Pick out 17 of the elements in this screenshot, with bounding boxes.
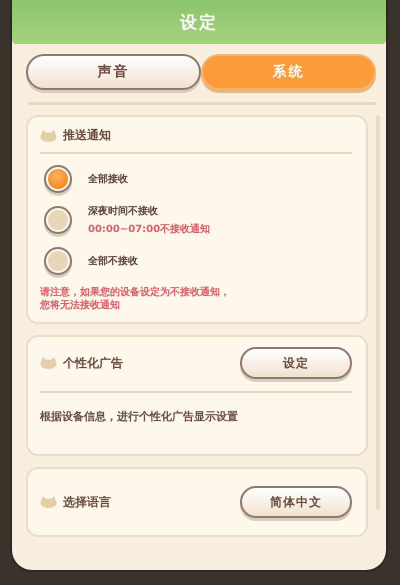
option-label: 深夜时间不接收 [88,204,159,218]
section-title: 选择语言 [63,494,111,510]
language-button[interactable]: 简体中文 [240,486,352,518]
section-title: 推送通知 [63,127,111,144]
radio-button[interactable] [44,206,72,234]
description-text: 根据设备信息，进行个性化广告显示设置 [40,409,239,424]
section-title: 个性化广告 [63,354,123,372]
radio-button[interactable] [44,165,72,193]
option-label: 全部接收 [88,172,128,186]
radio-button[interactable] [44,247,72,275]
warning-text: 请注意，如果您的设备设定为不接收通知， [40,286,230,299]
tab[interactable]: 声音 [26,54,201,90]
option-label: 全部不接收 [88,254,138,268]
window-title: 设定 [180,12,218,34]
settings-button[interactable]: 设定 [240,347,352,379]
option-note: 00:00~07:00不接收通知 [88,222,210,236]
warning-text: 您将无法接收通知 [40,299,120,312]
